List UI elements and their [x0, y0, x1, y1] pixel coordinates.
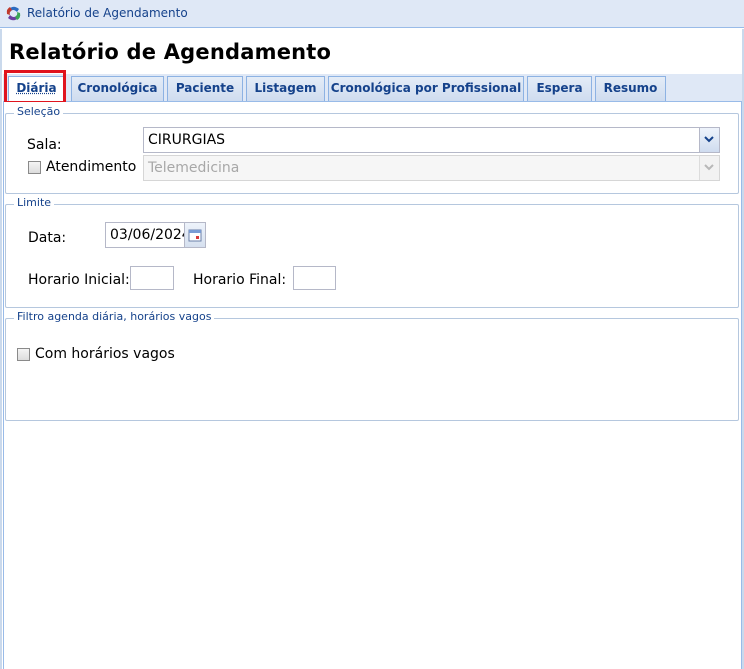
horario-inicial-label: Horario Inicial:	[28, 272, 130, 288]
tab-listagem[interactable]: Listagem	[246, 76, 325, 101]
fieldset-selecao: Seleção	[5, 105, 739, 194]
horario-inicial-input[interactable]	[130, 266, 174, 290]
atendimento-select-value: Telemedicina	[148, 160, 240, 176]
data-input-value: 03/06/2024	[110, 227, 185, 243]
window-title: Relatório de Agendamento	[27, 6, 188, 20]
calendar-icon	[188, 229, 202, 242]
com-horarios-vagos-checkbox[interactable]	[17, 348, 30, 361]
horario-final-input[interactable]	[293, 266, 336, 290]
tab-resumo[interactable]: Resumo	[595, 76, 666, 101]
tab-label: Resumo	[603, 81, 658, 95]
fieldset-legend-selecao: Seleção	[14, 105, 64, 118]
tab-label: Paciente	[175, 81, 235, 95]
tab-label: Listagem	[254, 81, 317, 95]
tab-label: Cronológica	[77, 81, 158, 95]
window-frame-left	[0, 29, 2, 669]
atendimento-label: Atendimento	[46, 159, 137, 175]
date-picker-button[interactable]	[185, 222, 206, 248]
sala-select-value: CIRURGIAS	[148, 132, 226, 148]
sala-label: Sala:	[27, 137, 62, 153]
fieldset-limite: Limite	[5, 196, 739, 308]
tab-label: Diária	[16, 81, 57, 95]
tab-cronologica[interactable]: Cronológica	[71, 76, 164, 101]
atendimento-select: Telemedicina	[143, 155, 720, 181]
tab-label: Espera	[536, 81, 583, 95]
sala-select[interactable]: CIRURGIAS	[143, 127, 720, 153]
data-label: Data:	[28, 230, 67, 246]
atendimento-checkbox[interactable]	[28, 161, 41, 174]
fieldset-legend-filtro: Filtro agenda diária, horários vagos	[14, 310, 215, 323]
fieldset-filtro: Filtro agenda diária, horários vagos	[5, 310, 739, 421]
horario-final-label: Horario Final:	[193, 272, 287, 288]
sala-dropdown-button[interactable]	[699, 128, 719, 152]
window-titlebar: Relatório de Agendamento	[0, 0, 744, 28]
tab-cronologica-por-profissional[interactable]: Cronológica por Profissional	[328, 76, 524, 101]
tab-espera[interactable]: Espera	[527, 76, 592, 101]
com-horarios-vagos-label: Com horários vagos	[35, 346, 175, 362]
tab-strip: Diária Cronológica Paciente Listagem Cro…	[3, 74, 742, 102]
fieldset-legend-limite: Limite	[14, 196, 55, 209]
data-input[interactable]: 03/06/2024	[105, 222, 185, 248]
tab-diaria[interactable]: Diária	[8, 76, 65, 102]
chevron-down-icon	[704, 164, 714, 171]
app-logo-icon	[6, 6, 21, 21]
atendimento-dropdown-button	[699, 156, 719, 180]
page-title: Relatório de Agendamento	[9, 40, 332, 64]
chevron-down-icon	[704, 136, 714, 143]
tab-label: Cronológica por Profissional	[330, 81, 522, 95]
tab-paciente[interactable]: Paciente	[167, 76, 243, 101]
